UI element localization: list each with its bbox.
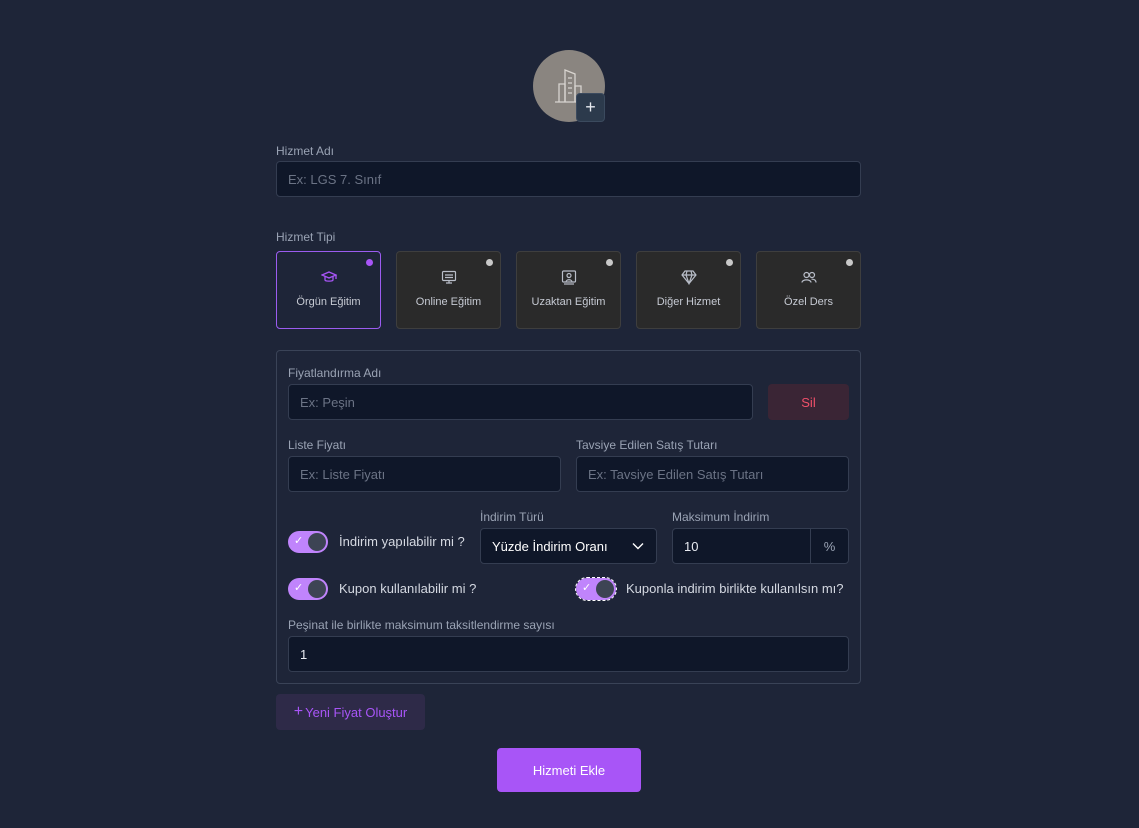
- service-type-remote-education[interactable]: Uzaktan Eğitim: [516, 251, 621, 329]
- plus-icon: +: [293, 703, 304, 720]
- users-icon: [800, 269, 817, 285]
- discount-toggle-label: İndirim yapılabilir mi ?: [339, 534, 465, 549]
- toggle-knob: [308, 580, 326, 598]
- coupon-combo-toggle-label: Kuponla indirim birlikte kullanılsın mı?: [626, 581, 844, 596]
- discount-toggle[interactable]: ✓: [288, 531, 328, 553]
- coupon-toggle[interactable]: ✓: [288, 578, 328, 600]
- pricing-name-label: Fiyatlandırma Adı: [288, 366, 382, 380]
- toggle-knob: [596, 580, 614, 598]
- radio-dot: [606, 259, 613, 266]
- percent-suffix: %: [810, 528, 849, 564]
- add-service-button[interactable]: Hizmeti Ekle: [497, 748, 641, 792]
- diamond-icon: [680, 269, 697, 285]
- max-discount-input[interactable]: 10: [672, 528, 811, 564]
- remote-classroom-icon: [561, 269, 577, 285]
- list-price-input[interactable]: [288, 456, 561, 492]
- coupon-combo-toggle[interactable]: ✓: [575, 577, 617, 601]
- service-type-label: Uzaktan Eğitim: [531, 296, 606, 308]
- installment-input[interactable]: 1: [288, 636, 849, 672]
- service-type-label: Hizmet Tipi: [276, 230, 336, 244]
- radio-dot: [726, 259, 733, 266]
- service-type-other-service[interactable]: Diğer Hizmet: [636, 251, 741, 329]
- check-icon: ✓: [294, 535, 304, 547]
- discount-type-select[interactable]: Yüzde İndirim Oranı: [480, 528, 657, 564]
- recommended-price-input[interactable]: [576, 456, 849, 492]
- recommended-price-label: Tavsiye Edilen Satış Tutarı: [576, 438, 718, 452]
- coupon-toggle-label: Kupon kullanılabilir mi ?: [339, 581, 477, 596]
- radio-dot: [846, 259, 853, 266]
- service-type-label: Özel Ders: [784, 296, 833, 308]
- discount-type-label: İndirim Türü: [480, 510, 544, 524]
- discount-type-value: Yüzde İndirim Oranı: [492, 538, 608, 554]
- monitor-icon: [441, 269, 457, 285]
- new-price-button[interactable]: + Yeni Fiyat Oluştur: [276, 694, 425, 730]
- chevron-down-icon: [632, 543, 644, 550]
- graduation-cap-icon: [320, 269, 337, 285]
- service-name-label: Hizmet Adı: [276, 144, 335, 158]
- delete-pricing-button[interactable]: Sil: [768, 384, 849, 420]
- check-icon: ✓: [294, 582, 304, 594]
- check-icon: ✓: [582, 582, 592, 594]
- service-type-label: Diğer Hizmet: [656, 296, 721, 308]
- service-type-private-lesson[interactable]: Özel Ders: [756, 251, 861, 329]
- toggle-knob: [308, 533, 326, 551]
- service-type-formal-education[interactable]: Örgün Eğitim: [276, 251, 381, 329]
- radio-dot: [486, 259, 493, 266]
- service-type-online-education[interactable]: Online Eğitim: [396, 251, 501, 329]
- service-name-input[interactable]: [276, 161, 861, 197]
- add-image-button[interactable]: +: [576, 93, 605, 122]
- pricing-name-input[interactable]: [288, 384, 753, 420]
- new-price-button-label: Yeni Fiyat Oluştur: [305, 704, 408, 720]
- service-type-label: Online Eğitim: [415, 296, 482, 308]
- radio-dot: [366, 259, 373, 266]
- service-type-label: Örgün Eğitim: [296, 296, 361, 308]
- max-discount-label: Maksimum İndirim: [672, 510, 770, 524]
- installment-label: Peşinat ile birlikte maksimum taksitlend…: [288, 618, 555, 632]
- list-price-label: Liste Fiyatı: [288, 438, 347, 452]
